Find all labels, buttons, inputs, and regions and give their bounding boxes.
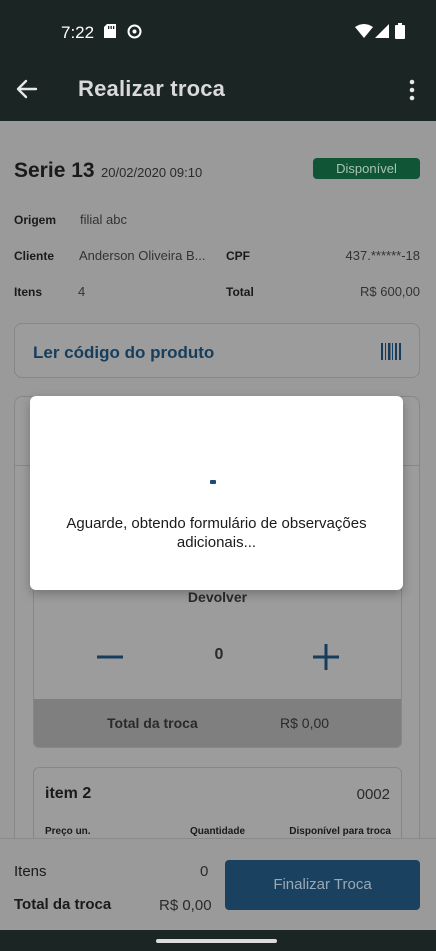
cpf-label: CPF (226, 249, 250, 263)
bottom-total-value: R$ 0,00 (159, 897, 212, 914)
barcode-icon (381, 343, 401, 360)
bottom-total-label: Total da troca (14, 896, 112, 913)
plus-button[interactable] (310, 641, 342, 673)
serie-datetime: 20/02/2020 09:10 (101, 165, 203, 180)
status-badge: Disponível (313, 158, 420, 179)
item-code: 0002 (356, 786, 390, 803)
origem-label: Origem (14, 213, 57, 227)
total-value: R$ 600,00 (360, 284, 420, 299)
wifi-icon (355, 24, 373, 38)
finalize-troca-button[interactable]: Finalizar Troca (225, 860, 420, 910)
more-vertical-icon[interactable] (402, 78, 422, 102)
loading-spinner-icon (210, 480, 216, 484)
navigation-bar (0, 930, 436, 951)
bottom-summary-bar: Itens 0 Total da troca R$ 0,00 Finalizar… (0, 838, 436, 930)
serie-title: Serie 13 (14, 159, 95, 182)
sd-card-icon (104, 24, 116, 38)
loading-dialog: Aguarde, obtendo formulário de observaçõ… (30, 396, 403, 590)
cpf-value: 437.******-18 (345, 248, 420, 263)
dialog-message: Aguarde, obtendo formulário de observaçõ… (66, 515, 367, 551)
bottom-itens-value: 0 (200, 863, 209, 880)
home-indicator[interactable] (156, 939, 277, 943)
arrow-left-icon[interactable] (14, 76, 40, 102)
app-bar: Realizar troca (0, 62, 436, 121)
sync-icon (127, 24, 142, 39)
total-troca-label: Total da troca (107, 715, 198, 731)
minus-button[interactable] (94, 641, 126, 673)
page-title: Realizar troca (78, 76, 226, 101)
col-qty-label: Quantidade (190, 826, 246, 837)
scan-label: Ler código do produto (33, 343, 215, 362)
scan-product-button[interactable]: Ler código do produto (14, 323, 420, 378)
cliente-label: Cliente (14, 249, 55, 263)
total-label: Total (226, 285, 254, 299)
list-item[interactable]: item 2 0002 Preço un. Quantidade Disponí… (33, 767, 402, 838)
signal-icon (375, 24, 389, 38)
status-time: 7:22 (61, 23, 95, 42)
total-troca-band: Total da troca R$ 0,00 (34, 699, 401, 747)
battery-icon (395, 23, 405, 39)
quantity-value: 0 (214, 646, 224, 663)
cliente-value: Anderson Oliveira B... (79, 248, 206, 263)
devolver-label: Devolver (187, 589, 248, 605)
item-name: item 2 (45, 785, 92, 802)
origem-value: filial abc (80, 212, 127, 227)
col-available-label: Disponível para troca (289, 826, 391, 837)
status-bar: 7:22 (0, 0, 436, 62)
bottom-itens-label: Itens (14, 863, 47, 880)
col-price-label: Preço un. (45, 826, 91, 837)
itens-label: Itens (14, 285, 43, 299)
total-troca-value: R$ 0,00 (280, 715, 330, 731)
itens-value: 4 (78, 284, 86, 299)
